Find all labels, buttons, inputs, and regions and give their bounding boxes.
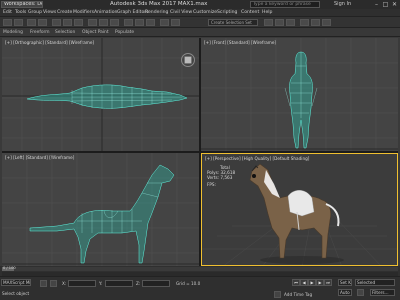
maxscript-listener[interactable]: MAXScript Mi	[1, 279, 31, 286]
minimize-icon[interactable]: –	[372, 0, 381, 9]
menu-customize[interactable]: Customize	[193, 10, 217, 15]
viewport-perspective[interactable]: [+] [Perspective] [High Quality] [Defaul…	[201, 153, 398, 266]
menu-views[interactable]: Views	[43, 10, 56, 15]
link-icon[interactable]	[27, 19, 36, 26]
viewport-top[interactable]: [+] [Orthographic] [Standard] [Wireframe…	[2, 38, 199, 151]
menu-create[interactable]: Create	[57, 10, 72, 15]
key-filters-button[interactable]: Filters...	[370, 289, 395, 296]
set-key-button[interactable]: Set K.	[338, 279, 352, 286]
menu-modifiers[interactable]: Modifiers	[73, 10, 94, 15]
status-prompt: Select object	[2, 291, 30, 296]
menu-bar: Edit Tools Group Views Create Modifiers …	[0, 9, 400, 17]
align-icon[interactable]	[171, 19, 180, 26]
viewport-left[interactable]: [+] [Left] [Standard] [Wireframe]	[2, 153, 199, 266]
redo-icon[interactable]	[14, 19, 23, 26]
title-bar: Workspaces: Default Autodesk 3ds Max 201…	[0, 0, 400, 9]
menu-civil-view[interactable]: Civil View	[170, 10, 192, 15]
viewport-front[interactable]: [+] [Front] [Standard] [Wireframe]	[201, 38, 398, 151]
tab-selection[interactable]: Selection	[55, 30, 75, 35]
snap-icon[interactable]	[124, 19, 133, 26]
percent-snap-icon[interactable]	[146, 19, 155, 26]
viewport-area: [+] [Orthographic] [Standard] [Wireframe…	[2, 38, 398, 266]
ribbon-tabs: Modeling Freeform Selection Object Paint…	[0, 28, 400, 37]
status-bar: MAXScript Mi Select object X: Y: Z: Grid…	[0, 276, 400, 300]
select-object-icon[interactable]	[52, 19, 61, 26]
select-by-name-icon[interactable]	[63, 19, 72, 26]
horse-wireframe-top	[26, 84, 188, 109]
go-to-start-icon[interactable]: ⏮	[292, 279, 300, 286]
angle-snap-icon[interactable]	[135, 19, 144, 26]
menu-animation[interactable]: Animation	[94, 10, 117, 15]
region-select-icon[interactable]	[74, 19, 83, 26]
isolate-selection-icon[interactable]	[40, 280, 47, 287]
horse-wireframe-front	[284, 51, 318, 149]
previous-frame-icon[interactable]: ◀	[300, 279, 308, 286]
rotate-icon[interactable]	[99, 19, 108, 26]
key-mode-dropdown[interactable]: Selected	[355, 279, 395, 286]
scale-icon[interactable]	[110, 19, 119, 26]
y-coordinate-field[interactable]	[105, 280, 133, 287]
tab-freeform[interactable]: Freeform	[30, 30, 50, 35]
move-icon[interactable]	[88, 19, 97, 26]
y-label: Y:	[99, 281, 103, 286]
menu-edit[interactable]: Edit	[3, 10, 12, 15]
menu-help[interactable]: Help	[262, 10, 272, 15]
render-icon[interactable]	[322, 19, 331, 26]
selection-set-dropdown[interactable]: Create Selection Set	[208, 19, 258, 26]
close-icon[interactable]: ✕	[390, 0, 399, 9]
x-label: X:	[62, 281, 67, 286]
playback-controls: ⏮ ◀ ▶ ▶ ⏭	[292, 279, 332, 287]
z-coordinate-field[interactable]	[142, 280, 170, 287]
grid-size-readout: Grid = 10.0	[176, 281, 201, 286]
next-frame-icon[interactable]: ▶	[316, 279, 324, 286]
timeline: 0 / 100	[0, 266, 400, 276]
auto-key-button[interactable]: Auto	[338, 289, 352, 296]
go-to-end-icon[interactable]: ⏭	[324, 279, 332, 286]
play-icon[interactable]: ▶	[308, 279, 316, 286]
window-title: Autodesk 3ds Max 2017 MAX1.max	[110, 1, 208, 7]
key-icon[interactable]	[357, 289, 364, 296]
mirror-icon[interactable]	[160, 19, 169, 26]
material-editor-icon[interactable]	[286, 19, 295, 26]
schematic-view-icon[interactable]	[275, 19, 284, 26]
undo-icon[interactable]	[3, 19, 12, 26]
horse-rendered	[249, 163, 344, 264]
horse-wireframe-side	[29, 164, 175, 264]
menu-scripting[interactable]: Scripting	[217, 10, 237, 15]
viewcube-icon[interactable]	[180, 52, 196, 68]
main-toolbar: Create Selection Set	[0, 17, 400, 28]
x-coordinate-field[interactable]	[68, 280, 96, 287]
sign-in-link[interactable]: Sign In	[334, 1, 351, 7]
menu-rendering[interactable]: Rendering	[145, 10, 168, 15]
menu-graph-editors[interactable]: Graph Editors	[117, 10, 149, 15]
selection-lock-icon[interactable]	[50, 280, 57, 287]
menu-tools[interactable]: Tools	[15, 10, 26, 15]
maximize-icon[interactable]: □	[381, 0, 390, 9]
menu-content[interactable]: Content	[241, 10, 259, 15]
frame-readout: 0 / 100	[3, 266, 16, 270]
unlink-icon[interactable]	[38, 19, 47, 26]
tab-object-paint[interactable]: Object Paint	[82, 30, 109, 35]
tab-modeling[interactable]: Modeling	[3, 30, 23, 35]
render-setup-icon[interactable]	[300, 19, 309, 26]
z-label: Z:	[136, 281, 141, 286]
menu-group[interactable]: Group	[28, 10, 42, 15]
add-time-tag-button[interactable]: Add Time Tag	[284, 292, 312, 297]
search-input[interactable]: Type a keyword or phrase	[250, 1, 320, 8]
render-frame-icon[interactable]	[311, 19, 320, 26]
curve-editor-icon[interactable]	[264, 19, 273, 26]
time-slider[interactable]	[2, 267, 398, 271]
tab-populate[interactable]: Populate	[115, 30, 134, 35]
time-tag-icon[interactable]	[274, 291, 281, 298]
workspace-dropdown[interactable]: Workspaces: Default	[1, 1, 43, 8]
